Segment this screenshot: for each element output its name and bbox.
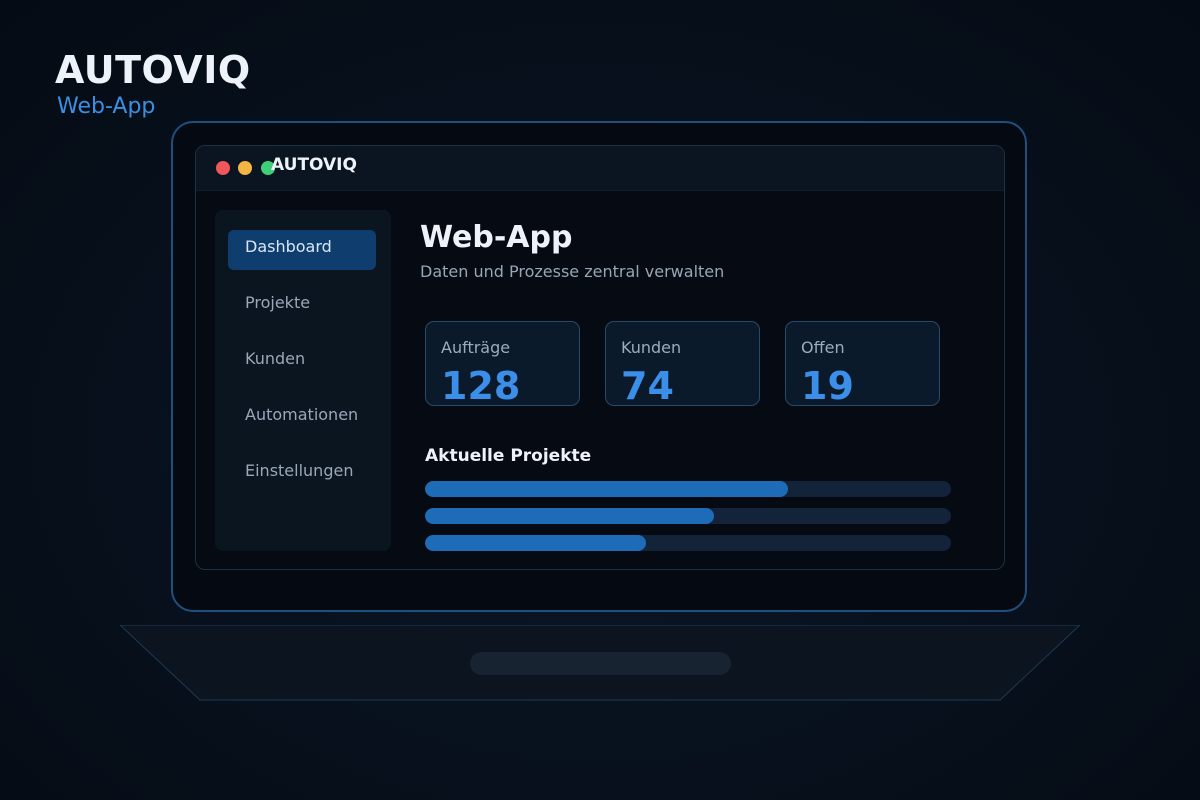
sidebar: Dashboard Projekte Kunden Automationen E… (215, 210, 391, 551)
sidebar-item-dashboard[interactable]: Dashboard (228, 230, 376, 270)
stat-label: Offen (801, 338, 845, 357)
stat-label: Aufträge (441, 338, 511, 357)
close-window-button[interactable] (216, 161, 230, 175)
sidebar-item-projekte[interactable]: Projekte (228, 286, 376, 326)
sidebar-item-automationen[interactable]: Automationen (228, 398, 376, 438)
stat-value: 19 (801, 364, 854, 408)
brand-subtitle: Web-App (57, 94, 156, 119)
project-progress-bar (425, 535, 951, 551)
stat-value: 74 (621, 364, 674, 408)
stat-card-offen[interactable]: Offen 19 (785, 321, 940, 408)
app-window: AUTOVIQ Dashboard Projekte Kunden Automa… (195, 145, 1005, 570)
stat-value: 128 (441, 364, 521, 408)
brand-title: AUTOVIQ (55, 48, 251, 92)
window-title: AUTOVIQ (271, 155, 357, 175)
project-progress-bar (425, 508, 951, 524)
project-progress-fill (425, 481, 788, 497)
minimize-window-button[interactable] (238, 161, 252, 175)
sidebar-item-einstellungen[interactable]: Einstellungen (228, 454, 376, 494)
stat-card-kunden[interactable]: Kunden 74 (605, 321, 760, 408)
laptop-base (120, 625, 1080, 701)
stat-label: Kunden (621, 338, 682, 357)
project-progress-fill (425, 535, 646, 551)
project-progress-bar (425, 481, 951, 497)
window-titlebar: AUTOVIQ (196, 146, 1004, 191)
laptop-touchpad (470, 652, 731, 675)
stat-card-auftraege[interactable]: Aufträge 128 (425, 321, 580, 408)
page-title: Web-App (420, 220, 573, 255)
projects-section-title: Aktuelle Projekte (425, 446, 592, 466)
page-subtitle: Daten und Prozesse zentral verwalten (420, 262, 725, 281)
project-progress-fill (425, 508, 715, 524)
sidebar-item-kunden[interactable]: Kunden (228, 342, 376, 382)
